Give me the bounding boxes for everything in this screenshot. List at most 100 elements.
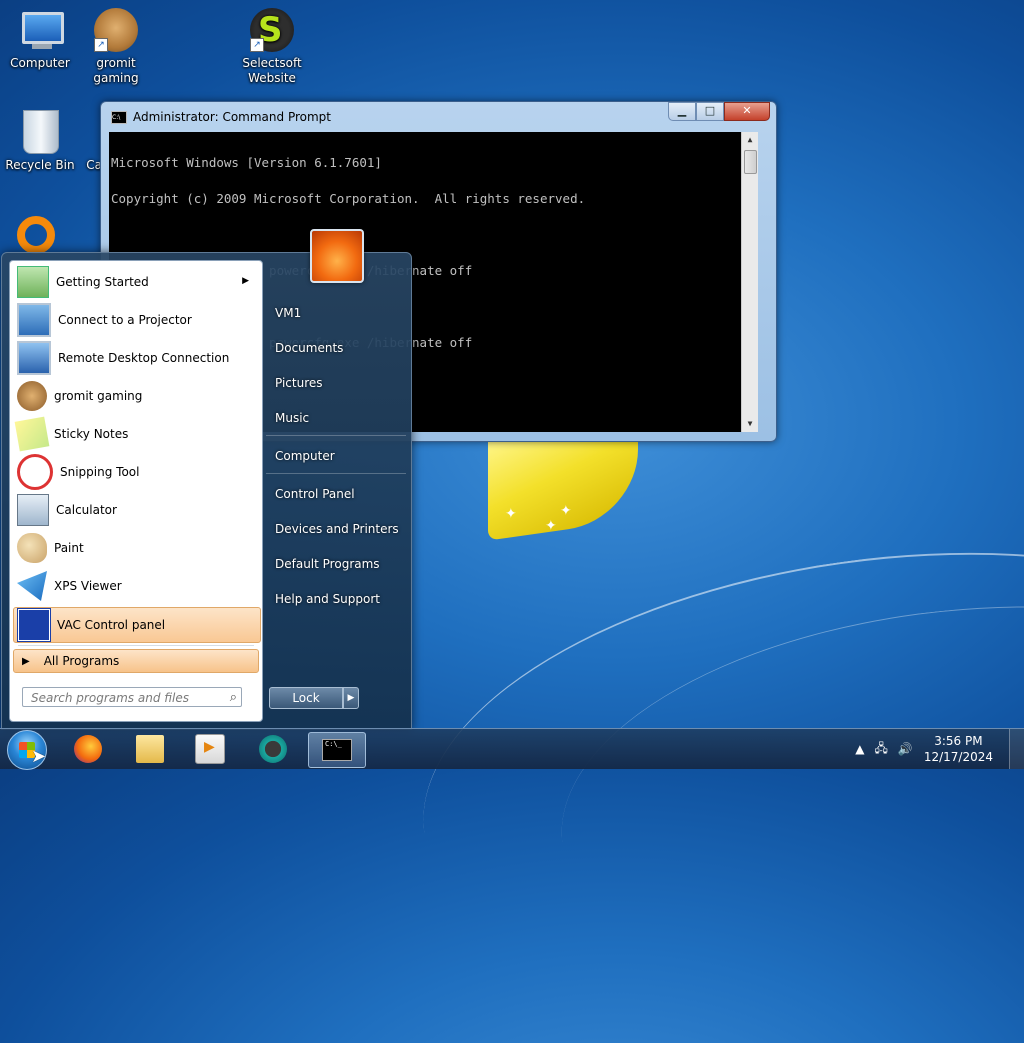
desktop-icon-label: gromit gaming [93,56,139,85]
shortcut-arrow-icon: ↗ [250,38,264,52]
taskbar-media-player[interactable] [184,732,236,766]
network-icon[interactable]: 🖧 [874,739,887,760]
vertical-scrollbar[interactable]: ▲ ▼ [741,132,758,432]
play-arrow-icon: ▶ [22,655,30,667]
start-item-label: Calculator [56,503,117,517]
console-line: Microsoft Windows [Version 6.1.7601] [111,155,382,170]
start-menu-programs-pane: Getting Started ▶ Connect to a Projector… [9,260,263,722]
remote-desktop-icon [17,341,51,375]
volume-icon[interactable]: 🔊 [898,742,913,756]
start-menu: Getting Started ▶ Connect to a Projector… [1,229,412,730]
clock-time: 3:56 PM [934,734,983,748]
system-tray: ▲ 🖧 🔊 3:56 PM 12/17/2024 [850,729,1024,769]
all-programs-button[interactable]: ▶ All Programs [13,649,259,673]
gromit-icon: ↗ [94,8,138,52]
start-link-pictures[interactable]: Pictures [275,373,323,393]
start-link-control-panel[interactable]: Control Panel [275,484,355,504]
desktop-icon-gromit-gaming[interactable]: ↗ gromit gaming [76,8,156,86]
user-picture[interactable] [310,229,364,283]
desktop-icon-partial[interactable]: Ca [62,110,102,173]
cmd-icon: C:\ [111,110,127,124]
folder-icon [136,735,164,763]
cmd-icon: C:\_ [322,739,352,761]
projector-icon [17,303,51,337]
xps-viewer-icon [17,571,47,601]
start-item-label: Getting Started [56,275,149,289]
taskbar-green-app[interactable] [247,732,299,766]
start-link-devices-printers[interactable]: Devices and Printers [275,519,399,539]
shortcut-arrow-icon: ↗ [94,38,108,52]
close-button[interactable]: ✕ [724,102,770,121]
shutdown-options-arrow-icon[interactable]: ▶ [343,687,359,709]
scroll-up-icon[interactable]: ▲ [742,132,758,148]
selectsoft-icon: S ↗ [250,8,294,52]
start-menu-links-pane: VM1 Documents Pictures Music Computer Co… [262,229,410,729]
maximize-button[interactable]: □ [696,102,724,121]
start-item-calculator[interactable]: Calculator [13,493,259,527]
snipping-tool-icon [17,454,53,490]
show-hidden-icons-icon[interactable]: ▲ [855,742,864,756]
start-item-snipping-tool[interactable]: Snipping Tool [13,454,259,490]
lock-button[interactable]: Lock [269,687,343,709]
all-programs-label: All Programs [43,654,120,668]
start-item-remote-desktop[interactable]: Remote Desktop Connection [13,341,259,375]
divider [266,473,406,474]
show-desktop-button[interactable] [1009,729,1024,769]
recycle-bin-icon [23,110,59,154]
window-titlebar[interactable]: C:\ Administrator: Command Prompt [111,108,331,126]
divider [18,645,254,646]
start-item-gromit-gaming[interactable]: gromit gaming [13,379,259,413]
scrollbar-thumb[interactable] [744,150,757,174]
computer-icon [18,8,64,52]
window-controls: ▁ □ ✕ [668,102,770,121]
start-item-label: Connect to a Projector [58,313,192,327]
desktop-icon-orange[interactable] [17,216,61,254]
window-title: Administrator: Command Prompt [133,110,331,124]
start-item-label: VAC Control panel [57,618,166,632]
start-item-getting-started[interactable]: Getting Started ▶ [13,265,259,299]
start-link-computer[interactable]: Computer [275,446,335,466]
start-link-default-programs[interactable]: Default Programs [275,554,380,574]
start-item-paint[interactable]: Paint [13,531,259,565]
start-item-sticky-notes[interactable]: Sticky Notes [13,416,259,452]
start-item-label: Paint [54,541,84,555]
taskbar-command-prompt[interactable]: C:\_ [308,732,366,768]
media-player-icon [195,734,225,764]
clock-date: 12/17/2024 [923,750,993,764]
green-swirl-icon [259,735,287,763]
search-icon[interactable]: ⌕ [230,688,237,708]
start-link-music[interactable]: Music [275,408,309,428]
desktop-icon-computer[interactable]: Computer [0,8,80,71]
vac-icon [17,608,51,642]
minimize-button[interactable]: ▁ [668,102,696,121]
start-item-label: Sticky Notes [54,427,129,441]
paint-icon [17,533,47,563]
mouse-cursor-icon: ➤ [31,746,47,767]
search-input[interactable]: Search programs and files ⌕ [22,687,242,707]
scroll-down-icon[interactable]: ▼ [742,416,758,432]
desktop-icon-selectsoft-website[interactable]: S ↗ Selectsoft Website [232,8,312,86]
firefox-icon [74,735,102,763]
clock[interactable]: 3:56 PM 12/17/2024 [924,733,993,765]
search-placeholder: Search programs and files [31,691,189,705]
orange-ring-icon [17,216,55,254]
desktop-icon-label: Computer [10,56,70,70]
start-item-connect-projector[interactable]: Connect to a Projector [13,303,259,337]
wallpaper-sparkle: ✦ [545,518,557,534]
desktop-icon-label: Selectsoft Website [242,56,302,85]
start-link-vm1[interactable]: VM1 [275,303,301,323]
wallpaper-sparkle: ✦ [505,506,517,522]
sticky-notes-icon [14,416,50,452]
gromit-icon [17,381,47,411]
start-item-xps-viewer[interactable]: XPS Viewer [13,569,259,603]
calculator-icon [17,494,49,526]
taskbar-explorer[interactable] [124,732,176,766]
getting-started-icon [17,266,49,298]
divider [266,435,406,436]
wallpaper-sparkle: ✦ [560,503,572,519]
start-link-documents[interactable]: Documents [275,338,343,358]
start-item-vac-control-panel[interactable]: VAC Control panel [13,607,261,643]
start-link-help-support[interactable]: Help and Support [275,589,380,609]
taskbar-firefox[interactable] [62,732,114,766]
